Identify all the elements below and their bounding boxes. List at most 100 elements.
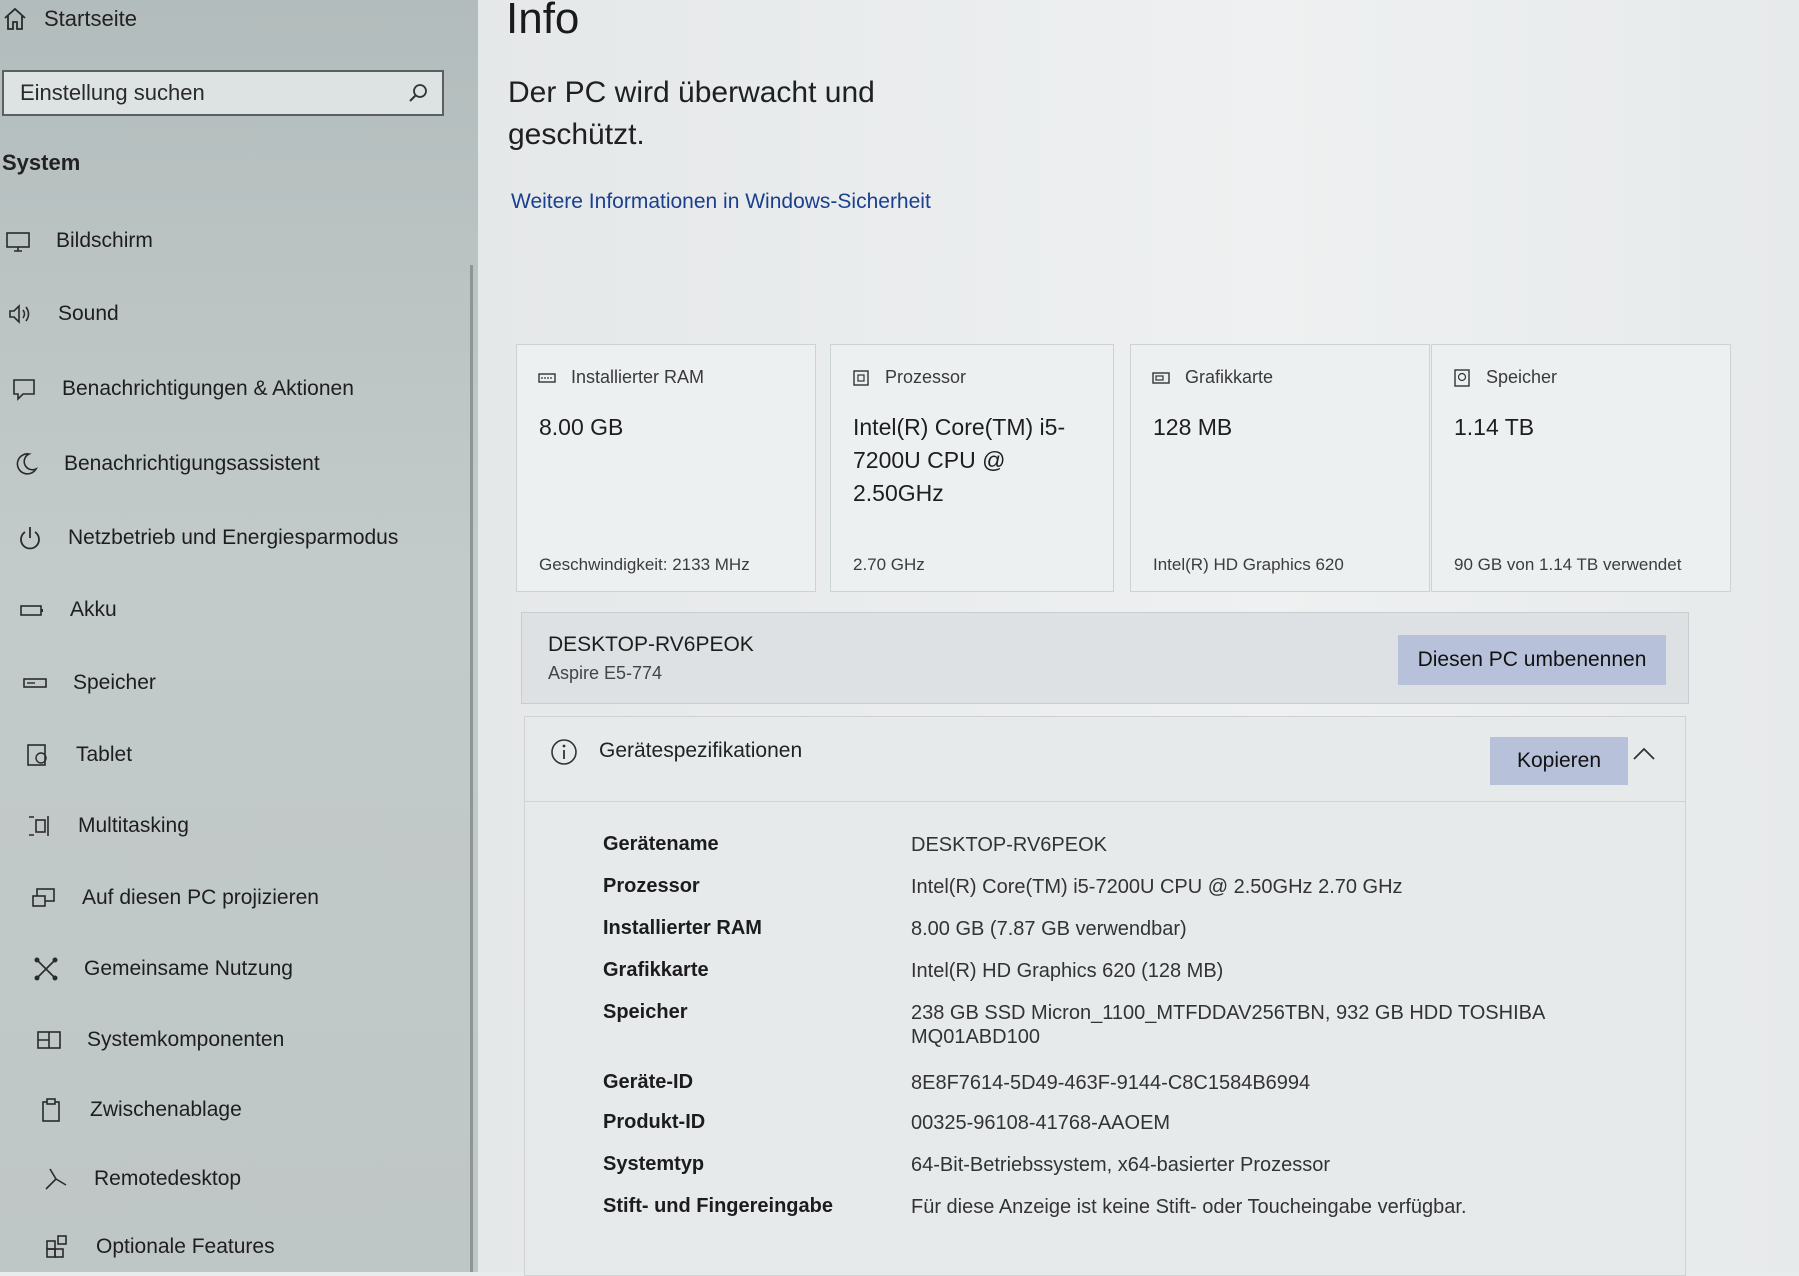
sidebar-item-label: Benachrichtigungen & Aktionen — [62, 377, 354, 400]
storage-icon — [23, 678, 47, 688]
sidebar-item-label: Benachrichtigungsassistent — [64, 452, 320, 475]
sidebar-item-projizieren[interactable]: Auf diesen PC projizieren — [30, 878, 319, 918]
sidebar-section-title: System — [2, 150, 81, 175]
home-label: Startseite — [44, 6, 137, 31]
sidebar-item-label: Zwischenablage — [90, 1098, 242, 1121]
card-subtext: Intel(R) HD Graphics 620 — [1153, 555, 1344, 574]
chevron-up-icon[interactable] — [1631, 745, 1657, 763]
processor-card: Prozessor Intel(R) Core(TM) i5-7200U CPU… — [830, 344, 1114, 592]
moon-icon — [16, 453, 39, 475]
page-title: Info — [506, 0, 580, 43]
spec-key: Installierter RAM — [603, 917, 762, 939]
sidebar-item-bildschirm[interactable]: Bildschirm — [4, 221, 153, 261]
spec-value: 238 GB SSD Micron_1100_MTFDDAV256TBN, 93… — [911, 1002, 1545, 1048]
card-label: Installierter RAM — [571, 367, 705, 387]
copy-button[interactable]: Kopieren — [1490, 737, 1628, 785]
search-icon[interactable] — [406, 81, 430, 105]
spec-key: Grafikkarte — [603, 959, 709, 981]
multitasking-icon — [29, 816, 49, 836]
spec-key: Produkt-ID — [603, 1111, 706, 1133]
sidebar-item-gemeinsame-nutzung[interactable]: Gemeinsame Nutzung — [32, 949, 293, 989]
card-value: Intel(R) Core(TM) i5-7200U CPU @ 2.50GHz — [853, 414, 1066, 506]
spec-value: Für diese Anzeige ist keine Stift- oder … — [911, 1196, 1467, 1218]
settings-search-input[interactable] — [18, 79, 406, 107]
sidebar-item-label: Speicher — [73, 671, 156, 694]
sidebar-item-multitasking[interactable]: Multitasking — [26, 806, 189, 846]
sidebar-item-label: Systemkomponenten — [87, 1028, 285, 1051]
ram-card: Installierter RAM 8.00 GB Geschwindigkei… — [516, 344, 816, 592]
home-icon — [4, 7, 26, 30]
sidebar-item-systemkomponenten[interactable]: Systemkomponenten — [35, 1020, 284, 1060]
spec-value: Intel(R) HD Graphics 620 (128 MB) — [911, 960, 1224, 982]
home-nav-item[interactable]: Startseite — [0, 4, 137, 34]
tablet-icon — [27, 744, 47, 766]
card-value: 8.00 GB — [539, 414, 624, 440]
sidebar-item-netzbetrieb[interactable]: Netzbetrieb und Energiesparmodus — [16, 518, 398, 558]
notification-icon — [13, 379, 35, 401]
spec-value: DESKTOP-RV6PEOK — [911, 834, 1107, 856]
sidebar-item-label: Sound — [58, 302, 119, 325]
info-page: Info Der PC wird überwacht und geschützt… — [478, 0, 1799, 1276]
device-specs-header[interactable]: Gerätespezifikationen Kopieren — [525, 717, 1685, 802]
sidebar-scrollbar[interactable] — [470, 265, 473, 1272]
share-icon — [34, 957, 58, 981]
spec-value: 00325-96108-41768-AAOEM — [911, 1112, 1171, 1134]
remote-desktop-icon — [45, 1168, 67, 1190]
info-icon — [551, 739, 577, 765]
rename-pc-button[interactable]: Diesen PC umbenennen — [1398, 635, 1666, 685]
sidebar-item-label: Bildschirm — [56, 229, 153, 252]
sidebar-item-label: Remotedesktop — [94, 1167, 242, 1190]
spec-key: Geräte-ID — [603, 1071, 694, 1093]
card-value: 128 MB — [1153, 414, 1233, 440]
sidebar-item-label: Gemeinsame Nutzung — [84, 957, 293, 980]
spec-key: Stift- und Fingereingabe — [603, 1195, 833, 1217]
cpu-icon — [853, 369, 869, 386]
battery-icon — [20, 605, 43, 616]
card-subtext: 90 GB von 1.14 TB verwendet — [1454, 555, 1682, 574]
card-value: 1.14 TB — [1454, 414, 1535, 440]
spec-value: 8E8F7614-5D49-463F-9144-C8C1584B6994 — [911, 1072, 1311, 1094]
sidebar-item-benachrichtigungsassistent[interactable]: Benachrichtigungsassistent — [12, 444, 320, 484]
sidebar-item-benachrichtigungen[interactable]: Benachrichtigungen & Aktionen — [10, 369, 354, 409]
ram-icon — [538, 372, 556, 383]
spec-key: Gerätename — [603, 833, 719, 855]
monitor-icon — [6, 232, 30, 252]
sidebar-item-sound[interactable]: Sound — [6, 294, 119, 334]
card-label: Grafikkarte — [1185, 367, 1274, 387]
device-specs-title: Gerätespezifikationen — [599, 739, 803, 762]
sidebar-item-tablet[interactable]: Tablet — [24, 735, 132, 775]
card-label: Prozessor — [885, 367, 967, 387]
clipboard-icon — [42, 1098, 60, 1122]
features-icon — [46, 1235, 67, 1258]
graphics-card: Grafikkarte 128 MB Intel(R) HD Graphics … — [1130, 344, 1430, 592]
power-icon — [20, 527, 40, 550]
sidebar-item-speicher[interactable]: Speicher — [21, 663, 156, 703]
card-label: Speicher — [1486, 367, 1558, 387]
pc-name: DESKTOP-RV6PEOK — [548, 633, 754, 656]
windows-security-link[interactable]: Weitere Informationen in Windows-Sicherh… — [511, 190, 931, 214]
protection-status-text: Der PC wird überwacht und geschützt. — [508, 76, 875, 151]
spec-value: Intel(R) Core(TM) i5-7200U CPU @ 2.50GHz… — [911, 876, 1403, 898]
sidebar-item-label: Akku — [70, 598, 117, 621]
project-icon — [32, 888, 55, 907]
sidebar-item-optionale-features[interactable]: Optionale Features — [44, 1227, 275, 1267]
sidebar-item-label: Tablet — [76, 743, 133, 766]
sidebar-item-label: Auf diesen PC projizieren — [82, 886, 319, 909]
pc-model: Aspire E5-774 — [548, 663, 663, 683]
settings-sidebar: Startseite System Bildschirm Sound Benac… — [0, 0, 478, 1272]
sidebar-item-label: Netzbetrieb und Energiesparmodus — [68, 526, 399, 549]
gpu-icon — [1152, 371, 1170, 384]
settings-search-box[interactable] — [2, 70, 444, 116]
spec-value: 8.00 GB (7.87 GB verwendbar) — [911, 918, 1187, 940]
storage-card: Speicher 1.14 TB 90 GB von 1.14 TB verwe… — [1431, 344, 1731, 592]
components-icon — [37, 1031, 61, 1049]
sidebar-item-label: Multitasking — [78, 814, 189, 837]
disk-icon — [1454, 368, 1470, 387]
spec-key: Prozessor — [603, 875, 700, 897]
card-subtext: Geschwindigkeit: 2133 MHz — [539, 555, 750, 574]
device-specs-panel: Gerätespezifikationen Kopieren Gerätenam… — [524, 716, 1686, 1276]
sidebar-item-remotedesktop[interactable]: Remotedesktop — [42, 1159, 241, 1199]
pc-name-bar: DESKTOP-RV6PEOK Aspire E5-774 Diesen PC … — [521, 612, 1689, 704]
sidebar-item-akku[interactable]: Akku — [18, 590, 117, 630]
sidebar-item-zwischenablage[interactable]: Zwischenablage — [38, 1090, 242, 1130]
